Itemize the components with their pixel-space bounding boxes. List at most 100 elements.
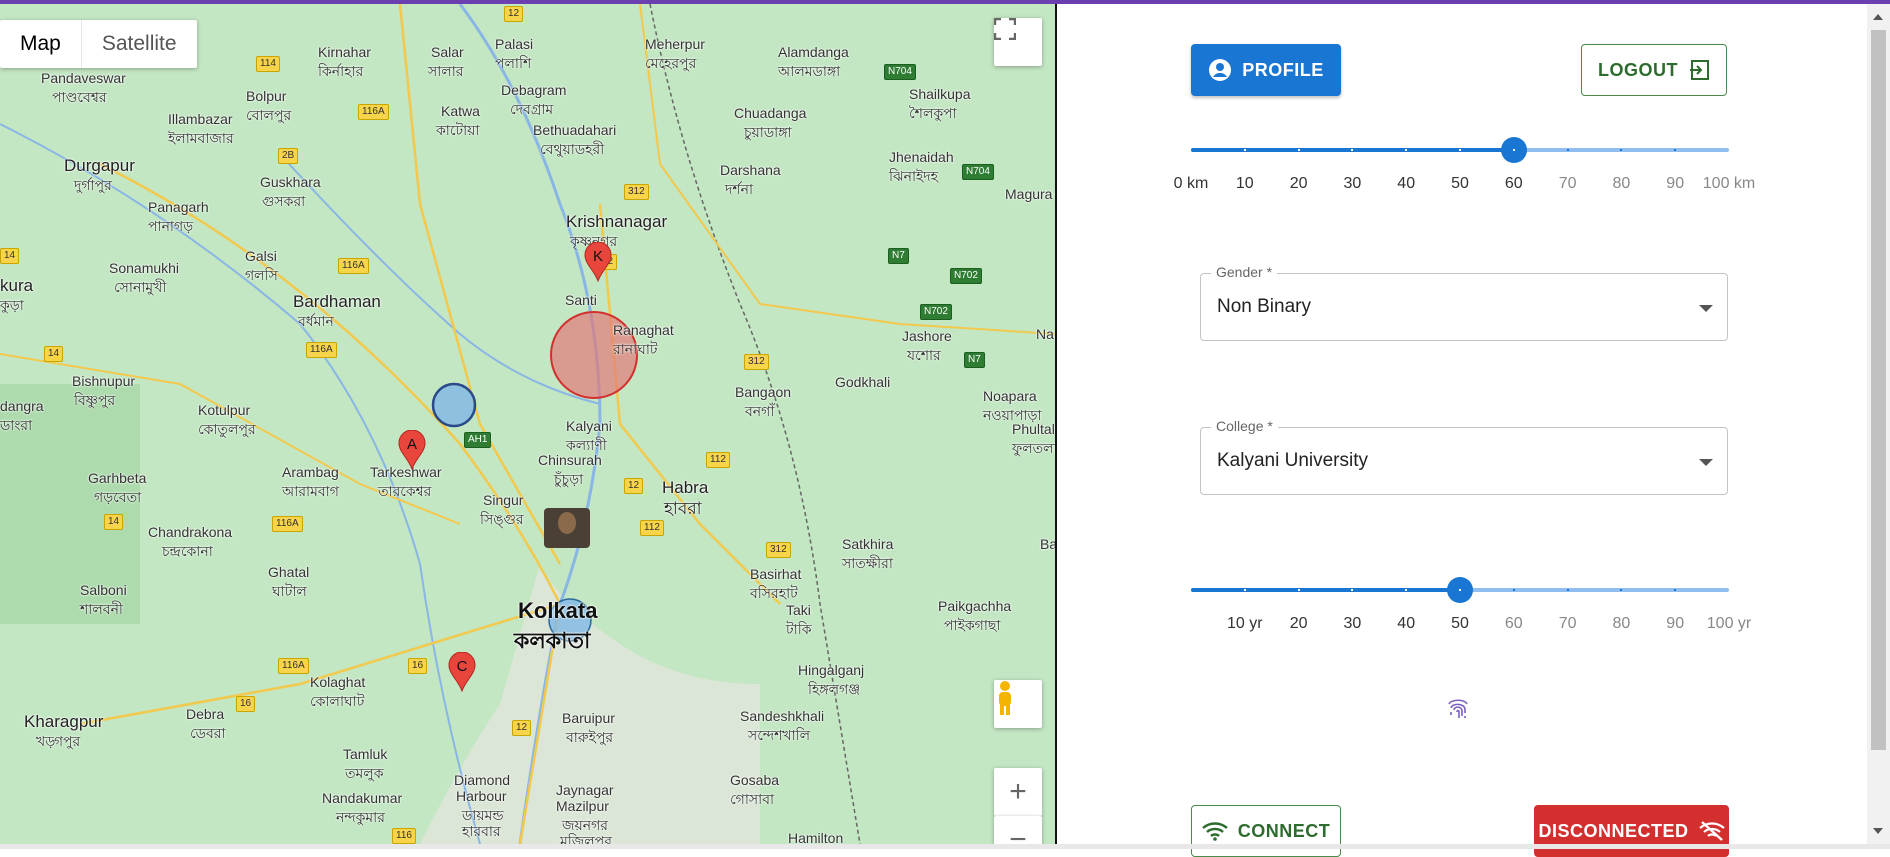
user-avatar-marker[interactable] [544,508,590,548]
map-place-label: Garhbeta [88,470,147,486]
street-view-pegman[interactable] [994,680,1042,728]
age-tick-label: 50 [1451,615,1469,632]
road-shield-label: 312 [766,542,791,558]
distance-slider-mark [1243,149,1246,151]
distance-tick-label: 80 [1612,175,1631,192]
distance-slider[interactable] [1191,137,1729,163]
distance-tick-label: 0 km [1173,175,1209,192]
map-place-label: Krishnanagar [566,212,668,231]
map-place-label: Harbour [456,788,507,804]
disconnected-button[interactable]: DISCONNECTED [1534,805,1729,857]
distance-tick-label: 100 km [1702,175,1756,192]
map-place-label: Kotulpur [198,402,251,418]
distance-slider-mark [1620,149,1623,151]
zoom-out-button[interactable]: − [994,816,1042,844]
map-type-control: Map Satellite [0,20,197,68]
map-place-label: Chuadanga [734,105,807,121]
age-tick-label: 30 [1343,615,1362,632]
college-label: College * [1211,418,1278,434]
college-select[interactable]: College * Kalyani University [1200,418,1728,495]
map-place-label: Guskhara [260,174,321,190]
page-scrollbar[interactable] [1867,4,1890,844]
map-place-label: Debagram [501,82,567,98]
map-place-label: ডাংরা [0,417,33,433]
map-place-label: Salar [431,44,464,60]
age-tick-label: 10 yr [1227,615,1263,632]
map-place-label: খড়্গপুর [36,733,81,749]
road-shield-label: 12 [624,478,644,494]
map-place-label: ইলামবাজার [168,130,234,146]
age-tick-label: 100 yr [1706,615,1752,632]
map-marker-c[interactable]: C [448,652,476,692]
distance-tick-label: 10 [1235,175,1254,192]
map-marker-label: A [406,436,417,453]
map-place-label: Diamond [454,772,511,788]
map-place-label: রানাঘাট [613,341,658,357]
age-slider[interactable] [1191,577,1729,603]
fullscreen-button[interactable] [994,18,1042,66]
distance-tick-label: 50 [1451,175,1469,192]
road-shield-label: 112 [640,520,664,536]
map-place-label: dangra [0,398,44,414]
map-place-label: Jashore [902,328,952,344]
road-shield-label: 116A [272,516,303,532]
connect-button[interactable]: CONNECT [1191,805,1341,857]
chevron-down-icon [1699,459,1713,466]
map-place-label: Phultal [1012,421,1055,437]
scroll-down-icon[interactable] [1873,828,1883,834]
disconnected-button-label: DISCONNECTED [1538,820,1689,841]
map-place-label: Basirhat [750,566,802,582]
road-shield-label: 112 [706,452,730,468]
map-view[interactable]: Kirnahar কির্নাহার Salar সালার Palasi পলাশি Me… [0,4,1055,844]
map-place-label: Panagarh [148,199,209,215]
map-place-label: হাবরা [664,499,702,518]
map-place-label: মেহেরপুর [645,55,697,71]
map-place-label: পলাশি [495,55,532,71]
map-place-label: Katwa [441,103,480,119]
map-place-label: সন্দেশখালি [748,727,811,743]
distance-slider-mark [1566,149,1569,151]
map-marker-a[interactable]: A [398,430,426,470]
map-place-label: Illambazar [168,111,233,127]
fingerprint-icon[interactable] [1445,694,1471,727]
map-place-label: বোলপুর [246,107,292,123]
map-place-label: বর্ধমান [298,313,334,329]
distance-slider-mark [1674,149,1677,151]
map-place-label: শৈলকুপা [909,105,957,121]
wifi-icon [1201,822,1228,841]
map-place-label: Santi [565,292,597,308]
map-place-label: Alamdanga [778,44,849,60]
map-place-label: Nandakumar [322,790,403,806]
distance-tick-label: 30 [1343,175,1362,192]
age-tick-label: 80 [1612,615,1631,632]
map-place-label: Darshana [720,162,781,178]
road-shield-label: 16 [408,658,428,674]
map-place-label: Noapara [983,388,1037,404]
scroll-up-icon[interactable] [1873,14,1883,20]
account-circle-icon [1209,59,1232,81]
map-place-label: হিঙ্গলগঞ্জ [808,681,861,697]
map-type-map-button[interactable]: Map [0,20,82,68]
map-place-label: Gosaba [730,772,780,788]
distance-slider-mark [1297,149,1300,151]
map-place-label: Habra [662,478,709,497]
logout-button[interactable]: LOGOUT [1581,44,1727,96]
road-shield-label: N7 [964,352,985,368]
map-place-label: Palasi [495,36,534,52]
map-place-label: ঝিনাইদহ [889,168,939,184]
age-slider-mark [1459,589,1461,591]
map-type-satellite-button[interactable]: Satellite [82,20,197,68]
map-place-label: গলসি [245,267,278,283]
map-marker-k[interactable]: K [584,242,612,282]
gender-select[interactable]: Gender * Non Binary [1200,264,1728,341]
profile-button-label: PROFILE [1242,59,1324,80]
zoom-in-button[interactable]: + [994,768,1042,816]
scrollbar-thumb[interactable] [1871,30,1886,750]
road-shield-label: 14 [0,248,20,264]
radius-circle-blue [431,382,477,428]
map-place-label: তারকেশ্বর [378,483,432,499]
filter-panel: PROFILE LOGOUT Gender * Non Binary Colle… [1057,4,1867,857]
map-place-label: পানাগড় [148,218,194,234]
map-place-label: Satkhira [842,536,894,552]
profile-button[interactable]: PROFILE [1191,44,1341,96]
